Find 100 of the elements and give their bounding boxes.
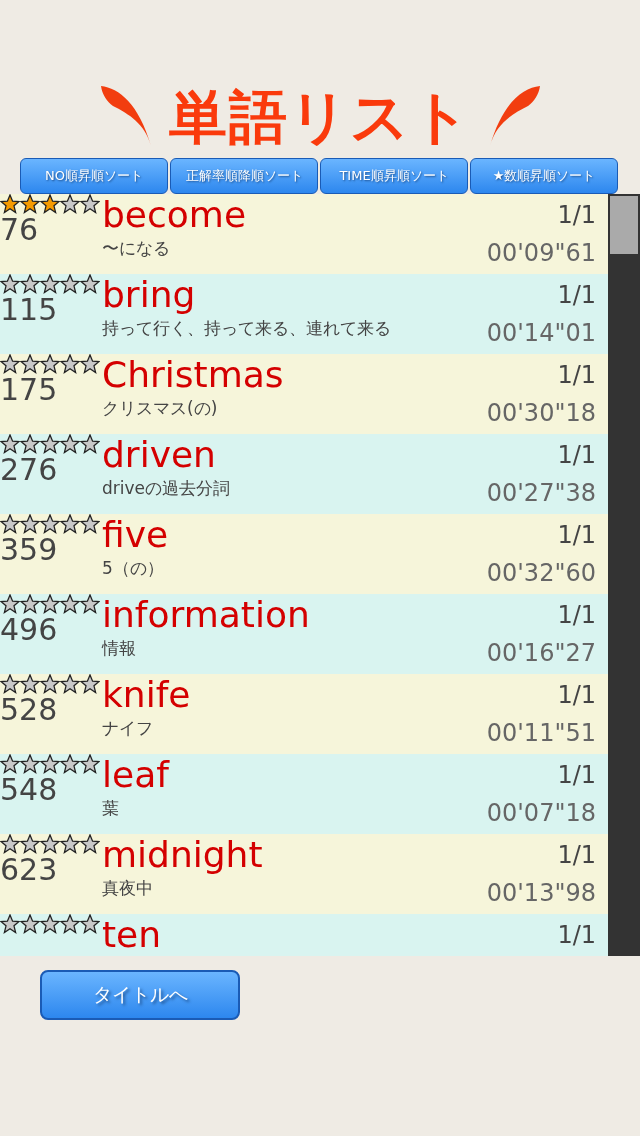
star-icon — [0, 194, 20, 214]
word-number: 115 — [0, 294, 59, 326]
star-icon — [0, 594, 20, 614]
word-meaning: ナイフ — [102, 717, 154, 740]
word-meaning: クリスマス(の) — [102, 397, 219, 420]
star-icon — [80, 354, 100, 374]
star-icon — [80, 594, 100, 614]
star-icon — [20, 514, 40, 534]
star-icon — [20, 754, 40, 774]
star-icon — [0, 914, 20, 934]
star-icon — [80, 754, 100, 774]
star-icon — [40, 354, 60, 374]
word-text: become — [102, 194, 248, 236]
score-text: 1/1 — [557, 760, 596, 790]
score-text: 1/1 — [557, 840, 596, 870]
word-text: bring — [102, 274, 197, 316]
word-text: driven — [102, 434, 217, 476]
star-icon — [20, 834, 40, 854]
sort-button[interactable]: 正解率順降順ソート — [170, 158, 318, 194]
star-icon — [40, 834, 60, 854]
word-number: 175 — [0, 374, 59, 406]
page-title: 単語リスト — [168, 82, 472, 152]
star-icon — [20, 434, 40, 454]
sort-button[interactable]: NO順昇順ソート — [20, 158, 168, 194]
star-icon — [40, 514, 60, 534]
word-number: 276 — [0, 454, 59, 486]
score-text: 1/1 — [557, 360, 596, 390]
star-icon — [0, 834, 20, 854]
score-text: 1/1 — [557, 680, 596, 710]
time-text: 00'32"60 — [486, 558, 596, 588]
word-text: leaf — [102, 754, 171, 796]
time-text: 00'13"98 — [486, 878, 596, 908]
word-text: Christmas — [102, 354, 285, 396]
word-text: midnight — [102, 834, 264, 876]
word-meaning: 葉 — [102, 797, 120, 820]
word-text: information — [102, 594, 311, 636]
word-number: 548 — [0, 774, 59, 806]
star-icon — [60, 434, 80, 454]
word-text: five — [102, 514, 170, 556]
word-meaning: 真夜中 — [102, 877, 154, 900]
time-text: 00'09"61 — [486, 238, 596, 268]
star-icon — [20, 594, 40, 614]
word-number: 528 — [0, 694, 59, 726]
time-text: 00'11"51 — [486, 718, 596, 748]
star-icon — [0, 514, 20, 534]
time-text: 00'14"01 — [486, 318, 596, 348]
scrollbar[interactable] — [608, 194, 640, 956]
star-icon — [40, 914, 60, 934]
score-text: 1/1 — [557, 200, 596, 230]
star-icon — [60, 274, 80, 294]
star-icon — [80, 434, 100, 454]
word-number: 76 — [0, 214, 40, 246]
word-meaning: driveの過去分詞 — [102, 477, 232, 500]
star-icon — [80, 274, 100, 294]
star-icon — [80, 194, 100, 214]
star-icon — [80, 514, 100, 534]
sort-button[interactable]: TIME順昇順ソート — [320, 158, 468, 194]
time-text: 00'16"27 — [486, 638, 596, 668]
star-icon — [20, 274, 40, 294]
star-icon — [0, 354, 20, 374]
star-icon — [20, 354, 40, 374]
score-text: 1/1 — [557, 600, 596, 630]
star-icon — [20, 674, 40, 694]
star-icon — [60, 514, 80, 534]
star-icon — [80, 914, 100, 934]
star-icon — [60, 594, 80, 614]
star-icon — [0, 434, 20, 454]
word-text: ten — [102, 914, 163, 956]
star-icon — [40, 674, 60, 694]
star-icon — [40, 194, 60, 214]
star-icon — [0, 274, 20, 294]
word-number: 623 — [0, 854, 59, 886]
time-text: 00'07"18 — [486, 798, 596, 828]
word-text: knife — [102, 674, 192, 716]
star-icon — [60, 674, 80, 694]
star-icon — [60, 754, 80, 774]
star-icon — [60, 914, 80, 934]
star-icon — [80, 834, 100, 854]
star-icon — [40, 434, 60, 454]
word-meaning: 持って行く、持って来る、連れて来る — [102, 317, 392, 340]
star-icon — [60, 354, 80, 374]
back-to-title-button[interactable]: タイトルへ — [40, 970, 240, 1020]
time-text: 00'27"38 — [486, 478, 596, 508]
score-text: 1/1 — [557, 440, 596, 470]
star-icon — [40, 274, 60, 294]
star-icon — [60, 834, 80, 854]
sort-button[interactable]: ★数順昇順ソート — [470, 158, 618, 194]
score-text: 1/1 — [557, 280, 596, 310]
star-icon — [20, 914, 40, 934]
star-icon — [20, 194, 40, 214]
star-icon — [0, 674, 20, 694]
time-text: 00'30"18 — [486, 398, 596, 428]
score-text: 1/1 — [557, 920, 596, 950]
word-meaning: 情報 — [102, 637, 137, 660]
star-icon — [40, 754, 60, 774]
star-icon — [0, 754, 20, 774]
star-icon — [80, 674, 100, 694]
word-number: 359 — [0, 534, 59, 566]
star-icon — [60, 194, 80, 214]
star-icon — [40, 594, 60, 614]
